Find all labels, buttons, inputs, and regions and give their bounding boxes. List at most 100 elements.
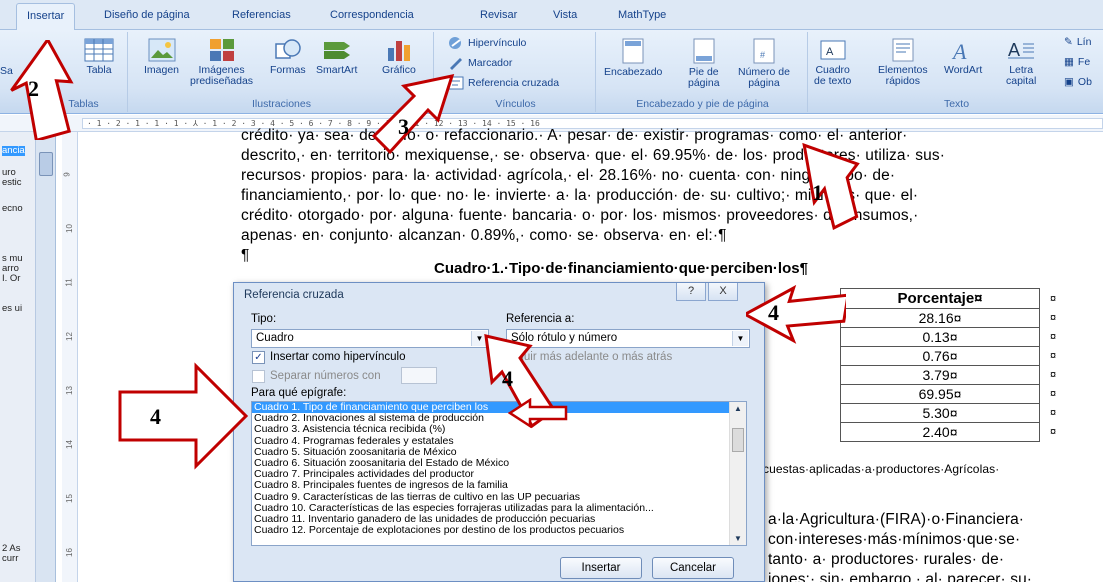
fecha-button[interactable]: ▦ Fe — [1064, 56, 1090, 68]
tab-referencias[interactable]: Referencias — [232, 9, 291, 21]
col-header-porcentaje: Porcentaje¤ — [840, 288, 1040, 309]
pie-de-pagina-button[interactable]: Pie de página — [688, 38, 720, 89]
objeto-button[interactable]: ▣ Ob — [1064, 76, 1092, 88]
nav-pane-scrollbar[interactable] — [36, 132, 56, 582]
doc-line: con·intereses·más·mínimos·que·se· — [768, 531, 1021, 548]
smartart-button[interactable]: SmartArt — [316, 38, 357, 76]
linea-label: Lín — [1076, 36, 1092, 48]
list-item[interactable]: Cuadro 9. Características de las tierras… — [252, 492, 730, 503]
linea-firma-button[interactable]: ✎ Lín — [1064, 36, 1091, 48]
help-button[interactable]: ? — [676, 283, 706, 301]
date-icon: ▦ — [1064, 56, 1074, 68]
list-item[interactable]: Cuadro 10. Características de las especi… — [252, 503, 730, 514]
list-item[interactable]: Cuadro 4. Programas federales y estatale… — [252, 436, 730, 447]
tab-mathtype[interactable]: MathType — [618, 9, 666, 21]
hipervinculo-button[interactable]: Hipervínculo — [448, 36, 526, 50]
picture-icon — [148, 38, 176, 62]
tipo-select[interactable]: Cuadro ▼ — [251, 329, 489, 348]
letra-capital-button[interactable]: A Letra capital — [1006, 38, 1036, 87]
row-end-mark: ¤ — [1050, 312, 1057, 324]
group-label-vinculos: Vínculos — [495, 98, 536, 110]
group-vinculos: Hipervínculo Marcador Referencia cruzada… — [436, 32, 596, 112]
tab-diseno-pagina[interactable]: Diseño de página — [104, 9, 190, 21]
group-encabezado-pie: Encabezado Pie de página # Número de pág… — [598, 32, 808, 112]
row-end-mark: ¤ — [1050, 292, 1057, 305]
vruler-tick: 14 — [64, 440, 74, 449]
insertar-button[interactable]: Insertar — [560, 557, 642, 579]
table-cell: 69.95¤ — [840, 384, 1040, 404]
nav-item[interactable]: I. Or — [2, 274, 20, 284]
marcador-button[interactable]: Marcador — [448, 56, 512, 70]
epigrafe-label: Para qué epígrafe: — [251, 387, 347, 399]
cuadro-de-texto-button[interactable]: A Cuadro de texto — [814, 38, 851, 87]
svg-text:A: A — [826, 46, 834, 58]
nav-item[interactable]: ecno — [2, 204, 23, 214]
objeto-label: Ob — [1077, 76, 1092, 88]
annotation-number-3: 3 — [398, 114, 409, 139]
row-end-mark: ¤ — [1050, 331, 1057, 343]
separar-label: Separar números con — [270, 370, 381, 382]
navigation-pane[interactable]: ancia uro estic ecno s mu arro I. Or es … — [0, 132, 36, 582]
row-end-mark: ¤ — [1050, 388, 1057, 400]
nav-item[interactable]: estic — [2, 178, 22, 188]
tab-correspondencia[interactable]: Correspondencia — [330, 9, 414, 21]
pie-label-2: página — [688, 77, 720, 89]
formas-button[interactable]: Formas — [270, 38, 306, 76]
tab-revisar[interactable]: Revisar — [480, 9, 517, 21]
doc-line: apenas· en· conjunto· alcanzan· 0.89%,· … — [241, 227, 727, 244]
wordart-icon: A — [951, 39, 967, 62]
formas-label: Formas — [270, 64, 306, 76]
list-item[interactable]: Cuadro 11. Inventario ganadero de las un… — [252, 514, 730, 525]
list-item[interactable]: Cuadro 12. Porcentaje de explotaciones p… — [252, 525, 730, 536]
table-cell: 2.40¤ — [840, 422, 1040, 442]
list-scrollbar[interactable]: ▲ ▼ — [729, 402, 746, 545]
scroll-up-icon[interactable]: ▲ — [734, 404, 742, 413]
bookmark-icon — [450, 58, 462, 70]
tab-vista[interactable]: Vista — [553, 9, 577, 21]
smartart-icon — [323, 42, 350, 59]
list-item[interactable]: Cuadro 8. Principales fuentes de ingreso… — [252, 480, 730, 491]
scroll-down-icon[interactable]: ▼ — [734, 534, 742, 543]
imagen-button[interactable]: Imagen — [144, 38, 179, 76]
doc-line: recursos· propios· para· la· actividad· … — [241, 167, 896, 184]
vruler-tick: 10 — [64, 224, 74, 233]
numero-label-2: página — [748, 77, 780, 89]
cuadro-label-2: de texto — [814, 75, 852, 87]
dialog-title: Referencia cruzada — [244, 289, 344, 301]
elementos-label-2: rápidos — [885, 75, 921, 87]
imagenes-prediseñadas-button[interactable]: Imágenes prediseñadas — [190, 38, 253, 87]
cancelar-button[interactable]: Cancelar — [652, 557, 734, 579]
nav-item[interactable]: ancia — [2, 146, 25, 156]
grafico-button[interactable]: Gráfico — [382, 38, 416, 76]
list-item[interactable]: Cuadro 5. Situación zoosanitaria de Méxi… — [252, 447, 730, 458]
doc-line: iones;· sin· embargo,· al· parecer· su· — [768, 571, 1033, 582]
annotation-number-1: 1 — [812, 180, 823, 205]
ribbon: Sa Tabla Tablas Imagen Imágenes prediseñ… — [0, 30, 1103, 114]
scroll-thumb[interactable] — [732, 428, 744, 452]
annotation-arrow-3 — [371, 74, 455, 155]
header-icon — [622, 38, 644, 64]
row-end-mark: ¤ — [1050, 350, 1057, 362]
referencia-cruzada-button[interactable]: Referencia cruzada — [448, 76, 559, 90]
tabla-button[interactable]: Tabla — [84, 38, 114, 76]
vertical-ruler: 9 10 11 12 13 14 15 16 — [62, 132, 78, 582]
encabezado-button[interactable]: Encabezado — [604, 38, 662, 78]
doc-line: crédito· otorgado· por· alguna· fuente· … — [241, 207, 919, 224]
list-item[interactable]: Cuadro 7. Principales actividades del pr… — [252, 469, 730, 480]
annotation-number-2: 2 — [28, 76, 39, 101]
annotation-arrow-2 — [10, 40, 74, 140]
scroll-thumb[interactable] — [39, 152, 53, 176]
nav-item[interactable]: es ui — [2, 304, 22, 314]
close-button[interactable]: X — [708, 283, 738, 301]
numero-de-pagina-button[interactable]: # Número de página — [738, 38, 790, 89]
annotation-arrow-4c — [118, 362, 249, 470]
separator-input[interactable] — [401, 367, 437, 384]
nav-item[interactable]: curr — [2, 554, 18, 564]
list-item[interactable]: Cuadro 6. Situación zoosanitaria del Est… — [252, 458, 730, 469]
tab-insertar[interactable]: Insertar — [16, 3, 76, 31]
wordart-button[interactable]: A WordArt — [944, 38, 982, 76]
separar-checkbox[interactable] — [252, 370, 265, 383]
elementos-rapidos-button[interactable]: Elementos rápidos — [878, 38, 928, 87]
hipervinculo-checkbox[interactable]: ✓ — [252, 351, 265, 364]
row-end-mark: ¤ — [1050, 407, 1057, 419]
